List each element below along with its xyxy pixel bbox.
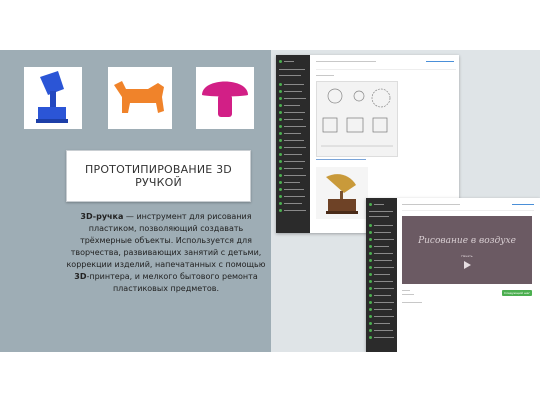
next-step-label[interactable]: Следующий шаг — [502, 290, 532, 296]
next-step-button[interactable]: Следующий шаг — [502, 290, 532, 296]
body-term: 3D-ручка — [80, 212, 124, 221]
sketch-image — [316, 81, 398, 157]
video-player[interactable]: Рисование в воздухе Начать — [402, 216, 532, 284]
photo-dog — [108, 67, 172, 129]
video-caption: Рисование в воздухе — [418, 236, 516, 246]
mushroom-figure-icon — [202, 81, 248, 117]
play-icon[interactable] — [462, 260, 472, 270]
slide: ПРОТОТИПИРОВАНИЕ 3D РУЧКОЙ 3D-ручка — ин… — [0, 50, 540, 352]
screenshots-panel: Рисование в воздухе Начать Следующий шаг — [271, 50, 540, 352]
lesson-screenshot-front: Рисование в воздухе Начать Следующий шаг — [366, 198, 540, 352]
slide-title: ПРОТОТИПИРОВАНИЕ 3D РУЧКОЙ — [85, 163, 232, 189]
dog-figure-icon — [114, 81, 164, 113]
video-start-label[interactable]: Начать — [457, 254, 477, 258]
gramophone-model-icon — [36, 71, 68, 123]
body-text-2: -принтера, и мелкого бытового ремонта пл… — [86, 272, 258, 293]
title-box: ПРОТОТИПИРОВАНИЕ 3D РУЧКОЙ — [66, 150, 251, 202]
lesson-sidebar — [276, 55, 310, 233]
gramophone-photo — [316, 167, 368, 219]
slide-body: 3D-ручка — инструмент для рисования плас… — [62, 211, 270, 295]
photo-mushroom — [196, 67, 254, 129]
photo-gramophone — [24, 67, 82, 129]
body-term-2: 3D — [74, 272, 87, 281]
video-sidebar — [366, 198, 397, 352]
